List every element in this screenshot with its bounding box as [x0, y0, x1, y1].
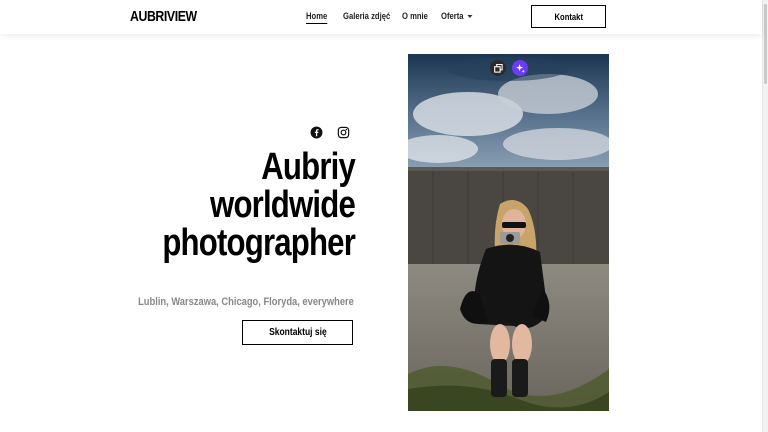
scrollbar-thumb[interactable]: [764, 4, 767, 84]
site-header: AUBRIVIEW Home Galeria zdjęć O mnie Ofer…: [0, 0, 762, 34]
nav-offer[interactable]: Oferta: [441, 11, 473, 21]
facebook-icon[interactable]: [310, 126, 323, 139]
hero-subtitle-text: Lublin, Warszawa, Chicago, Floryda, ever…: [138, 296, 354, 308]
nav-about[interactable]: O mnie: [402, 11, 428, 21]
hero-title-line: worldwide: [210, 184, 356, 226]
photographer-photo-image: [408, 54, 609, 411]
photo-toolbar: [490, 60, 528, 76]
hero-title: Aubriy worldwide photographer: [95, 146, 356, 264]
hero-subtitle: Lublin, Warszawa, Chicago, Floryda, ever…: [94, 296, 354, 308]
chevron-down-icon: [466, 15, 473, 19]
contact-button-label: Kontakt: [554, 11, 583, 22]
site-logo[interactable]: AUBRIVIEW: [130, 8, 197, 25]
contact-button[interactable]: Kontakt: [531, 5, 606, 28]
ai-sparkle-icon[interactable]: [512, 60, 528, 76]
nav-offer-label: Oferta: [441, 11, 464, 21]
contact-me-button[interactable]: Skontaktuj się: [242, 320, 353, 345]
duplicate-icon[interactable]: [490, 60, 506, 76]
contact-me-label: Skontaktuj się: [268, 327, 327, 338]
hero-title-line: photographer: [162, 222, 356, 264]
hero-title-line: Aubriy: [261, 146, 356, 188]
instagram-icon[interactable]: [337, 126, 350, 139]
hero-photo: [408, 54, 609, 411]
nav-gallery[interactable]: Galeria zdjęć: [343, 11, 390, 21]
social-links: [310, 126, 350, 139]
nav-home[interactable]: Home: [306, 11, 328, 24]
page-scrollbar[interactable]: [762, 0, 768, 432]
